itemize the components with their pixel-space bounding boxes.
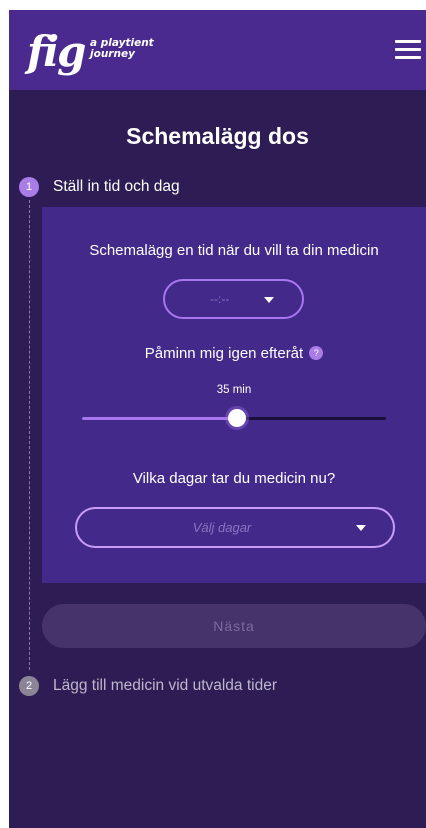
chevron-down-icon: [356, 525, 366, 531]
logo-tagline-line-2: journey: [90, 48, 135, 60]
app-screen: fig a playtient journey Schemalägg dos 1…: [9, 10, 426, 828]
days-dropdown-placeholder: Välj dagar: [192, 520, 252, 535]
help-icon[interactable]: ?: [309, 346, 324, 360]
page-title: Schemalägg dos: [126, 123, 309, 149]
remind-again-label-row: Påminn mig igen efteråt?: [42, 345, 426, 362]
remind-again-label: Påminn mig igen efteråt: [144, 345, 304, 362]
schedule-time-card: Schemalägg en tid när du vill ta din med…: [42, 207, 426, 583]
time-picker-value: --:--: [210, 292, 230, 306]
step-2-label: Lägg till medicin vid utvalda tider: [53, 677, 278, 694]
time-picker[interactable]: --:--: [163, 279, 304, 319]
hamburger-menu-icon[interactable]: [395, 40, 421, 60]
slider-thumb[interactable]: [228, 409, 247, 427]
logo-tagline: a playtient journey: [90, 38, 170, 60]
days-dropdown[interactable]: Välj dagar: [75, 507, 395, 548]
step-1-badge: 1: [19, 177, 39, 197]
next-button[interactable]: Nästa: [42, 604, 426, 648]
reminder-interval-value: 35 min: [216, 384, 252, 396]
step-2-badge: 2: [19, 676, 39, 696]
days-question: Vilka dagar tar du medicin nu?: [132, 470, 336, 487]
logo-wordmark: fig: [27, 27, 86, 76]
app-header: fig a playtient journey: [9, 10, 426, 90]
reminder-interval-slider[interactable]: [82, 409, 386, 427]
slider-fill: [82, 417, 238, 420]
schedule-time-heading: Schemalägg en tid när du vill ta din med…: [89, 242, 379, 259]
step-connector-line: [29, 200, 30, 670]
step-1-label: Ställ in tid och dag: [53, 178, 180, 195]
chevron-down-icon: [264, 297, 274, 303]
